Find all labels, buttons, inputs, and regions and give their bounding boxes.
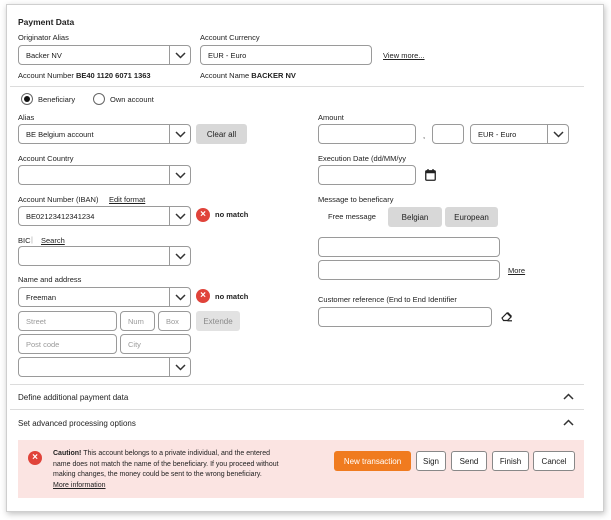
edit-format-link[interactable]: Edit format	[109, 195, 145, 204]
num-placeholder: Num	[128, 316, 144, 326]
country-address-select[interactable]	[18, 357, 191, 377]
chevron-down-icon	[169, 166, 190, 184]
error-icon: ×	[196, 289, 210, 303]
city-input[interactable]: City	[120, 334, 191, 354]
alias-value: BE Belgium account	[26, 129, 94, 139]
view-more-link[interactable]: View more...	[383, 51, 425, 60]
customer-reference-label: Customer reference (End to End Identifie…	[318, 295, 457, 304]
cancel-button[interactable]: Cancel	[533, 451, 575, 471]
name-status: no match	[215, 292, 249, 301]
sign-button[interactable]: Sign	[416, 451, 446, 471]
divider	[10, 86, 584, 87]
chevron-down-icon	[169, 358, 190, 376]
amount-integer-input[interactable]	[318, 124, 416, 144]
tab-belgian[interactable]: Belgian	[388, 207, 442, 227]
beneficiary-radio[interactable]	[21, 93, 33, 105]
city-placeholder: City	[128, 339, 141, 349]
beneficiary-radio-label: Beneficiary	[38, 95, 76, 104]
section-additional-payment-data[interactable]: Define additional payment data	[18, 393, 128, 402]
message-line-2-input[interactable]	[318, 260, 500, 280]
iban-value: BE02123412341234	[26, 211, 95, 221]
tab-european[interactable]: European	[445, 207, 498, 227]
decimal-separator: ,	[423, 131, 426, 140]
warning-line-1: Caution! This account belongs to a priva…	[53, 449, 279, 460]
chevron-down-icon	[547, 125, 568, 143]
message-label: Message to beneficary	[318, 195, 394, 204]
iban-status: no match	[215, 210, 249, 219]
new-transaction-button[interactable]: New transaction	[334, 451, 411, 471]
bic-label: BIC	[18, 236, 31, 245]
warning-text-2: name does not match the name of the bene…	[53, 460, 279, 468]
divider	[10, 384, 584, 385]
account-name-row: Account Name BACKER NV	[200, 71, 296, 80]
account-number-value: BE40 1120 6071 1363	[75, 71, 151, 80]
execution-date-input[interactable]	[318, 165, 416, 185]
account-number-label: Account Number	[18, 71, 74, 80]
chevron-down-icon	[169, 46, 190, 64]
account-country-select[interactable]	[18, 165, 191, 185]
section-title-payment-data: Payment Data	[18, 17, 75, 27]
account-currency-field[interactable]: EUR - Euro	[200, 45, 372, 65]
section-advanced-processing-options[interactable]: Set advanced processing options	[18, 419, 136, 428]
name-address-label: Name and address	[18, 275, 82, 284]
caution-label: Caution!	[53, 450, 82, 457]
separator: |	[31, 235, 33, 244]
warning-text-3: making changes, the money could be sent …	[53, 471, 262, 478]
street-input[interactable]: Street	[18, 311, 117, 331]
postcode-placeholder: Post code	[26, 339, 60, 349]
alias-label: Alias	[18, 113, 35, 122]
number-input[interactable]: Num	[120, 311, 155, 331]
divider	[10, 409, 584, 410]
account-country-label: Account Country	[18, 154, 74, 163]
calendar-icon[interactable]	[425, 169, 436, 183]
amount-decimal-input[interactable]	[432, 124, 464, 144]
eraser-icon[interactable]	[501, 311, 513, 324]
name-value: Freeman	[26, 292, 57, 302]
chevron-down-icon	[169, 207, 190, 225]
account-name-label: Account Name	[200, 71, 250, 80]
bic-search-link[interactable]: Search	[41, 236, 65, 245]
customer-reference-input[interactable]	[318, 307, 492, 327]
message-line-1-input[interactable]	[318, 237, 500, 257]
warning-text-1: This account belongs to a private indivi…	[81, 450, 270, 457]
originator-alias-label: Originator Alias	[18, 33, 69, 42]
account-name-value: BACKER NV	[251, 71, 296, 80]
postcode-input[interactable]: Post code	[18, 334, 117, 354]
error-icon: ×	[28, 451, 42, 465]
originator-alias-value: Backer NV	[26, 50, 62, 60]
own-account-radio-label: Own account	[110, 95, 154, 104]
alias-select[interactable]: BE Belgium account	[18, 124, 191, 144]
currency-value: EUR - Euro	[478, 129, 517, 139]
finish-button[interactable]: Finish	[492, 451, 529, 471]
send-button[interactable]: Send	[451, 451, 487, 471]
chevron-down-icon	[169, 125, 190, 143]
warning-message: Caution! This account belongs to a priva…	[53, 449, 279, 491]
extend-button[interactable]: Extende	[196, 311, 240, 331]
chevron-down-icon	[169, 288, 190, 306]
bic-select[interactable]	[18, 246, 191, 266]
account-number-row: Account Number BE40 1120 6071 1363	[18, 71, 151, 80]
clear-all-button[interactable]: Clear all	[196, 124, 247, 144]
own-account-radio[interactable]	[93, 93, 105, 105]
chevron-up-icon[interactable]	[563, 393, 574, 402]
account-currency-value: EUR - Euro	[208, 50, 247, 60]
iban-label: Account Number (IBAN)	[18, 195, 99, 204]
error-icon: ×	[196, 208, 210, 222]
chevron-down-icon	[169, 247, 190, 265]
more-link[interactable]: More	[508, 266, 525, 275]
account-currency-label: Account Currency	[200, 33, 260, 42]
more-information-link[interactable]: More information	[53, 481, 279, 492]
originator-alias-select[interactable]: Backer NV	[18, 45, 191, 65]
box-input[interactable]: Box	[158, 311, 191, 331]
iban-select[interactable]: BE02123412341234	[18, 206, 191, 226]
chevron-up-icon[interactable]	[563, 419, 574, 428]
currency-select[interactable]: EUR - Euro	[470, 124, 569, 144]
tab-free-message[interactable]: Free message	[328, 212, 376, 221]
box-placeholder: Box	[166, 316, 179, 326]
name-select[interactable]: Freeman	[18, 287, 191, 307]
amount-label: Amount	[318, 113, 344, 122]
execution-date-label: Execution Date (dd/MM/yy	[318, 154, 406, 163]
street-placeholder: Street	[26, 316, 47, 326]
